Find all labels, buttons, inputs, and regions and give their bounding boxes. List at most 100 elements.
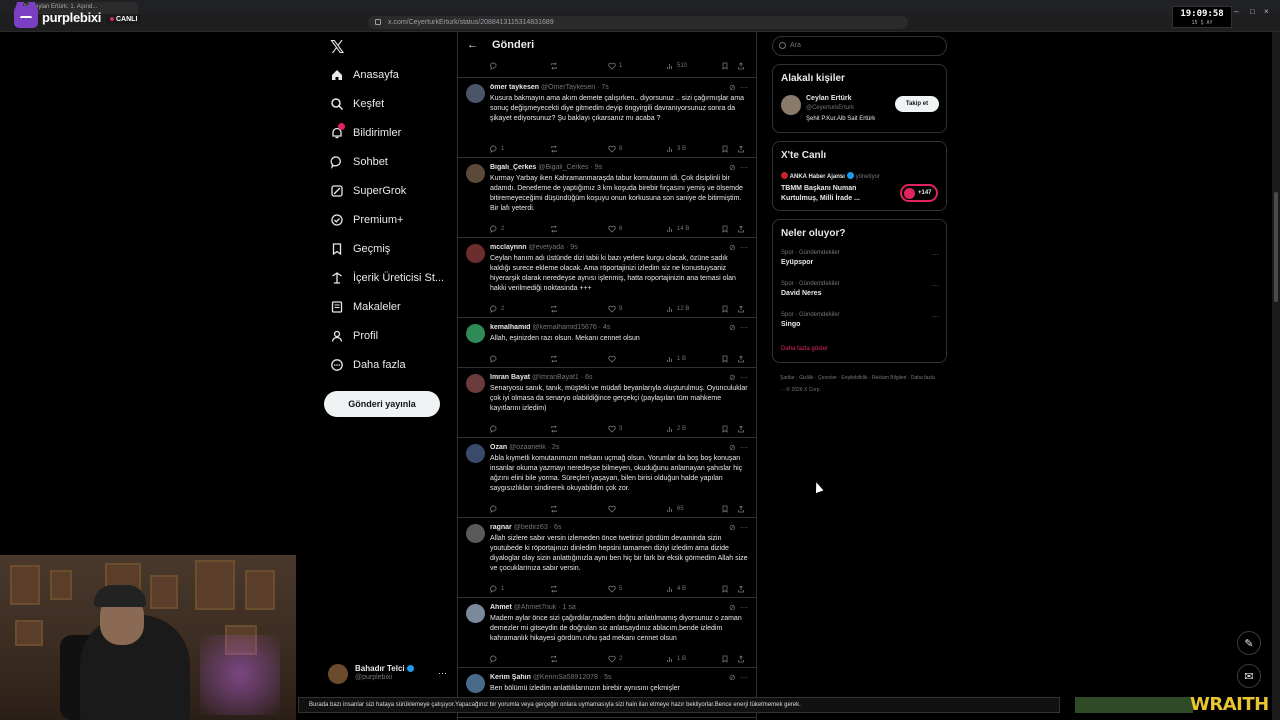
url-bar[interactable]: x.com/CeyerturkErturk/status/20884131153…: [368, 16, 908, 29]
tweet-time[interactable]: 9s: [570, 244, 577, 251]
retweet-button[interactable]: [550, 145, 561, 153]
views-button[interactable]: 1 B: [666, 355, 686, 363]
account-switcher[interactable]: Bahadır Telci @purplebixi ···: [328, 662, 458, 690]
tweet-time[interactable]: 6s: [585, 374, 592, 381]
more-icon[interactable]: ···: [740, 373, 748, 382]
like-button[interactable]: [608, 355, 619, 363]
bookmark-icon[interactable]: [721, 145, 732, 153]
share-icon[interactable]: [737, 355, 748, 363]
grok-icon[interactable]: ⊘: [729, 243, 736, 252]
more-icon[interactable]: ···: [740, 323, 748, 332]
author-name[interactable]: mcclaynnn: [490, 244, 527, 251]
more-icon[interactable]: ···: [931, 312, 939, 321]
avatar[interactable]: [466, 374, 485, 393]
bookmark-icon[interactable]: [721, 585, 732, 593]
author-name[interactable]: Ozan: [490, 444, 507, 451]
more-icon[interactable]: ···: [931, 281, 939, 290]
like-button[interactable]: 6: [608, 225, 622, 233]
back-arrow-icon[interactable]: ←: [467, 39, 478, 51]
retweet-button[interactable]: [550, 225, 561, 233]
grok-icon[interactable]: ⊘: [729, 603, 736, 612]
nav-supergrok[interactable]: SuperGrok: [330, 180, 406, 202]
nav-notifications[interactable]: Bildirimler: [330, 122, 401, 144]
more-icon[interactable]: ···: [438, 668, 447, 678]
bookmark-icon[interactable]: [721, 505, 732, 513]
author-handle[interactable]: @OmerTaykesen: [541, 84, 595, 91]
author-handle[interactable]: @kemalhamid15676: [532, 324, 596, 331]
like-button[interactable]: 2: [608, 655, 622, 663]
reply-button[interactable]: 2: [490, 225, 504, 233]
bookmark-icon[interactable]: [721, 425, 732, 433]
author-handle[interactable]: @KerimSa58912078: [533, 674, 598, 681]
close-icon[interactable]: ×: [1264, 8, 1272, 16]
footer-links[interactable]: Şartlar · Gizlilik · Çerezler · Erişileb…: [780, 372, 940, 396]
messages-icon[interactable]: ✉: [1237, 664, 1261, 688]
related-name[interactable]: Ceylan Ertürk: [806, 95, 852, 102]
more-icon[interactable]: ···: [740, 243, 748, 252]
post-button[interactable]: Gönderi yayınla: [324, 391, 440, 417]
live-listener-count[interactable]: +147: [900, 184, 938, 202]
tweet-time[interactable]: 6s: [554, 524, 561, 531]
views-button[interactable]: 14 B: [666, 225, 689, 233]
author-handle[interactable]: @bedirz63: [514, 524, 548, 531]
views-button[interactable]: 4 B: [666, 585, 686, 593]
reply-tweet[interactable]: İmran Bayat @ImranBayat1 · 6s ⊘ ··· Senary…: [458, 368, 756, 438]
nav-more[interactable]: Daha fazla: [330, 354, 406, 376]
trend-item[interactable]: Spor · Gündemdekiler Eyüpspor ···: [781, 250, 939, 266]
grok-icon[interactable]: ⊘: [729, 83, 736, 92]
views-button[interactable]: 510: [666, 62, 687, 70]
author-handle[interactable]: @Bigali_Cerkes: [538, 164, 588, 171]
more-icon[interactable]: ···: [740, 443, 748, 452]
retweet-button[interactable]: [550, 585, 561, 593]
scroll-thumb[interactable]: [1274, 192, 1278, 302]
more-icon[interactable]: ···: [740, 83, 748, 92]
like-button[interactable]: 5: [608, 585, 622, 593]
tweet-time[interactable]: 1 sa: [563, 604, 576, 611]
avatar[interactable]: [466, 164, 485, 183]
views-button[interactable]: 2 B: [666, 425, 686, 433]
nav-premium[interactable]: Premium+: [330, 209, 403, 231]
tweet-time[interactable]: 5s: [604, 674, 611, 681]
avatar[interactable]: [466, 524, 485, 543]
grok-icon[interactable]: ✎: [1237, 631, 1261, 655]
reply-button[interactable]: 2: [490, 305, 504, 313]
nav-explore[interactable]: Keşfet: [330, 93, 384, 115]
views-button[interactable]: 12 B: [666, 305, 689, 313]
views-button[interactable]: 65: [666, 505, 684, 513]
reply-button[interactable]: 1: [490, 145, 504, 153]
tweet-time[interactable]: 7s: [601, 84, 608, 91]
like-button[interactable]: 3: [608, 425, 622, 433]
tweet-time[interactable]: 2s: [552, 444, 559, 451]
author-handle[interactable]: @ozaanelik: [509, 444, 546, 451]
nav-profile[interactable]: Profil: [330, 325, 378, 347]
more-icon[interactable]: ···: [740, 603, 748, 612]
author-name[interactable]: ömer taykesen: [490, 84, 539, 91]
show-more-link[interactable]: Daha fazla göster: [781, 346, 828, 352]
bookmark-icon[interactable]: [721, 305, 732, 313]
bookmark-icon[interactable]: [721, 225, 732, 233]
reply-tweet[interactable]: kemalhamid @kemalhamid15676 · 4s ⊘ ··· All…: [458, 318, 756, 368]
nav-chat[interactable]: Sohbet: [330, 151, 388, 173]
reply-tweet[interactable]: Ozan @ozaanelik · 2s ⊘ ··· Abla kıymetli k…: [458, 438, 756, 518]
share-icon[interactable]: [737, 505, 748, 513]
share-icon[interactable]: [737, 62, 748, 70]
retweet-button[interactable]: [550, 505, 561, 513]
share-icon[interactable]: [737, 655, 748, 663]
minimize-icon[interactable]: –: [1234, 8, 1242, 16]
author-handle[interactable]: @evetyada: [529, 244, 565, 251]
live-host[interactable]: ANKA Haber Ajansı yönetiyor: [781, 172, 880, 180]
more-icon[interactable]: ···: [740, 523, 748, 532]
grok-icon[interactable]: ⊘: [729, 523, 736, 532]
avatar[interactable]: [466, 244, 485, 263]
live-text-line-2[interactable]: Kurtulmuş, Milli İrade ...: [781, 195, 860, 202]
reply-tweet[interactable]: Bigalı_Çerkes @Bigali_Cerkes · 9s ⊘ ··· Ku…: [458, 158, 756, 238]
views-button[interactable]: 1 B: [666, 655, 686, 663]
reply-button[interactable]: [490, 355, 501, 363]
like-button[interactable]: [608, 505, 619, 513]
reply-tweet[interactable]: ragnar @bedirz63 · 6s ⊘ ··· Allah sizlere …: [458, 518, 756, 598]
avatar[interactable]: [466, 324, 485, 343]
avatar[interactable]: [466, 444, 485, 463]
author-handle[interactable]: @Ahmet7nuk: [514, 604, 557, 611]
nav-bookmarks[interactable]: Geçmiş: [330, 238, 390, 260]
reply-tweet[interactable]: mcclaynnn @evetyada · 9s ⊘ ··· Ceylan hanı…: [458, 238, 756, 318]
